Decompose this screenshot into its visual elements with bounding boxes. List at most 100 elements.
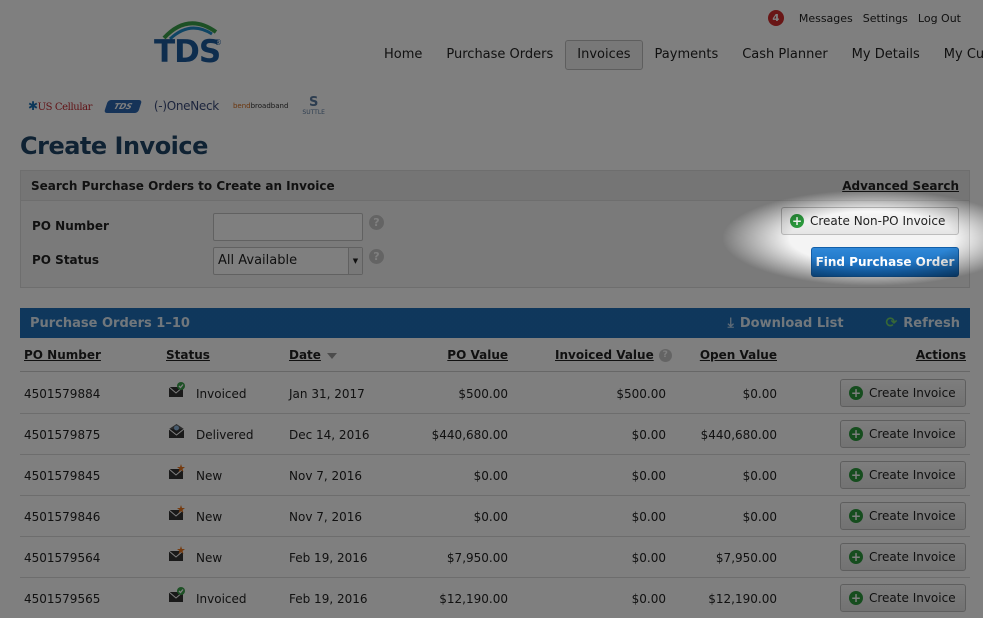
po-number-input[interactable] xyxy=(213,213,363,241)
nav-cash-planner[interactable]: Cash Planner xyxy=(730,40,839,70)
refresh-link[interactable]: ⟳ Refresh xyxy=(886,315,960,331)
po-number-cell[interactable]: 4501579875 xyxy=(24,428,100,442)
messages-link[interactable]: Messages xyxy=(799,12,853,25)
page-title: Create Invoice xyxy=(20,132,208,160)
po-number-cell[interactable]: 4501579564 xyxy=(24,551,100,565)
invoiced-value-cell: $0.00 xyxy=(631,592,666,606)
po-number-cell[interactable]: 4501579565 xyxy=(24,592,100,606)
utility-nav: 4 Messages Settings Log Out xyxy=(767,10,961,26)
search-panel-title: Search Purchase Orders to Create an Invo… xyxy=(31,178,335,193)
create-invoice-button[interactable]: + Create Invoice xyxy=(840,584,966,612)
find-purchase-order-button[interactable]: Find Purchase Order xyxy=(811,247,959,277)
oneneck-logo: (-)OneNeck xyxy=(153,99,219,113)
search-panel: Search Purchase Orders to Create an Invo… xyxy=(20,170,970,288)
main-nav: Home Purchase Orders Invoices Payments C… xyxy=(372,40,983,70)
invoiced-icon xyxy=(168,587,186,603)
invoiced-value-cell: $0.00 xyxy=(631,551,666,565)
sort-descending-icon xyxy=(326,352,337,359)
col-actions: Actions xyxy=(915,348,966,362)
create-non-po-invoice-button[interactable]: + Create Non-PO Invoice xyxy=(781,207,959,235)
star-icon: ✱ xyxy=(28,99,38,113)
col-po-number[interactable]: PO Number xyxy=(24,348,101,362)
create-invoice-button[interactable]: + Create Invoice xyxy=(840,502,966,530)
uscellular-logo: ✱US Cellular xyxy=(28,99,93,113)
status-cell: Invoiced xyxy=(196,387,247,401)
nav-purchase-orders[interactable]: Purchase Orders xyxy=(434,40,565,70)
po-number-cell[interactable]: 4501579884 xyxy=(24,387,100,401)
delivered-icon xyxy=(168,423,186,439)
invoiced-value-cell: $0.00 xyxy=(631,428,666,442)
invoiced-icon xyxy=(168,382,186,398)
tds-logo[interactable]: TDS ® xyxy=(154,18,222,70)
purchase-orders-title: Purchase Orders 1–10 xyxy=(30,315,190,331)
suttle-logo: S SUTTLE xyxy=(302,94,325,116)
new-icon xyxy=(168,546,186,562)
nav-invoices[interactable]: Invoices xyxy=(565,40,643,70)
status-cell: Delivered xyxy=(196,428,254,442)
table-row: 4501579846 New Nov 7, 2016 $0.00 $0.00 $0.00 +… xyxy=(20,496,970,537)
po-value-cell: $440,680.00 xyxy=(431,428,508,442)
open-value-cell: $0.00 xyxy=(742,469,777,483)
download-list-link[interactable]: ⤓ Download List xyxy=(728,315,844,331)
plus-icon: + xyxy=(849,509,863,523)
tds-partner-logo: TDS xyxy=(103,99,143,113)
date-cell: Nov 7, 2016 xyxy=(289,469,363,483)
purchase-orders-bar: Purchase Orders 1–10 ⤓ Download List ⟳ R… xyxy=(20,308,970,338)
po-table-header: PO Number Status Date PO Value Invoiced … xyxy=(20,342,970,372)
invoiced-value-info-icon[interactable]: ? xyxy=(658,349,672,362)
po-value-cell: $0.00 xyxy=(473,469,508,483)
date-cell: Feb 19, 2016 xyxy=(289,551,368,565)
nav-payments[interactable]: Payments xyxy=(643,40,731,70)
create-invoice-button[interactable]: + Create Invoice xyxy=(840,379,966,407)
status-cell: Invoiced xyxy=(196,592,247,606)
plus-icon: + xyxy=(849,427,863,441)
po-value-cell: $7,950.00 xyxy=(446,551,508,565)
create-invoice-button[interactable]: + Create Invoice xyxy=(840,420,966,448)
plus-icon: + xyxy=(849,591,863,605)
nav-home[interactable]: Home xyxy=(372,40,434,70)
nav-my-customer[interactable]: My Customer xyxy=(932,40,983,70)
po-number-cell[interactable]: 4501579845 xyxy=(24,469,100,483)
po-status-select[interactable]: All Available ▼ xyxy=(213,247,363,275)
logo-registered-mark: ® xyxy=(214,38,222,47)
plus-icon: + xyxy=(790,214,804,228)
open-value-cell: $0.00 xyxy=(742,387,777,401)
table-row: 4501579564 New Feb 19, 2016 $7,950.00 $0.00 $… xyxy=(20,537,970,578)
table-row: 4501579845 New Nov 7, 2016 $0.00 $0.00 $0.00 +… xyxy=(20,455,970,496)
open-value-cell: $0.00 xyxy=(742,510,777,524)
plus-icon: + xyxy=(849,468,863,482)
po-value-cell: $0.00 xyxy=(473,510,508,524)
status-cell: New xyxy=(196,510,223,524)
po-number-help-icon[interactable]: ? xyxy=(369,215,384,230)
dropdown-arrow-icon: ▼ xyxy=(348,248,362,274)
po-status-help-icon[interactable]: ? xyxy=(369,249,384,264)
download-icon: ⤓ xyxy=(727,315,734,331)
table-row: 4501579875 Delivered Dec 14, 2016 $440,680.… xyxy=(20,414,970,455)
col-open-value[interactable]: Open Value xyxy=(700,348,777,362)
date-cell: Nov 7, 2016 xyxy=(289,510,363,524)
po-number-cell[interactable]: 4501579846 xyxy=(24,510,100,524)
nav-my-details[interactable]: My Details xyxy=(840,40,932,70)
date-cell: Feb 19, 2016 xyxy=(289,592,368,606)
col-invoiced-value[interactable]: Invoiced Value? xyxy=(555,348,672,362)
plus-icon: + xyxy=(849,386,863,400)
create-invoice-button[interactable]: + Create Invoice xyxy=(840,461,966,489)
open-value-cell: $440,680.00 xyxy=(700,428,777,442)
logout-link[interactable]: Log Out xyxy=(918,12,961,25)
create-invoice-button[interactable]: + Create Invoice xyxy=(840,543,966,571)
settings-link[interactable]: Settings xyxy=(863,12,908,25)
messages-count-badge[interactable]: 4 xyxy=(767,10,784,26)
logo-text: TDS xyxy=(154,34,221,70)
po-status-selected-value: All Available xyxy=(218,253,298,268)
table-row: 4501579565 Invoiced Feb 19, 2016 $12,190.00… xyxy=(20,578,970,618)
col-status[interactable]: Status xyxy=(166,348,210,362)
col-po-value[interactable]: PO Value xyxy=(447,348,508,362)
col-date[interactable]: Date xyxy=(289,348,337,362)
refresh-icon: ⟳ xyxy=(885,315,898,331)
advanced-search-link[interactable]: Advanced Search xyxy=(842,179,959,193)
status-cell: New xyxy=(196,551,223,565)
plus-icon: + xyxy=(849,550,863,564)
invoiced-value-cell: $0.00 xyxy=(631,510,666,524)
po-number-label: PO Number xyxy=(32,219,109,233)
bendbroadband-logo: bendbroadband xyxy=(232,102,289,110)
